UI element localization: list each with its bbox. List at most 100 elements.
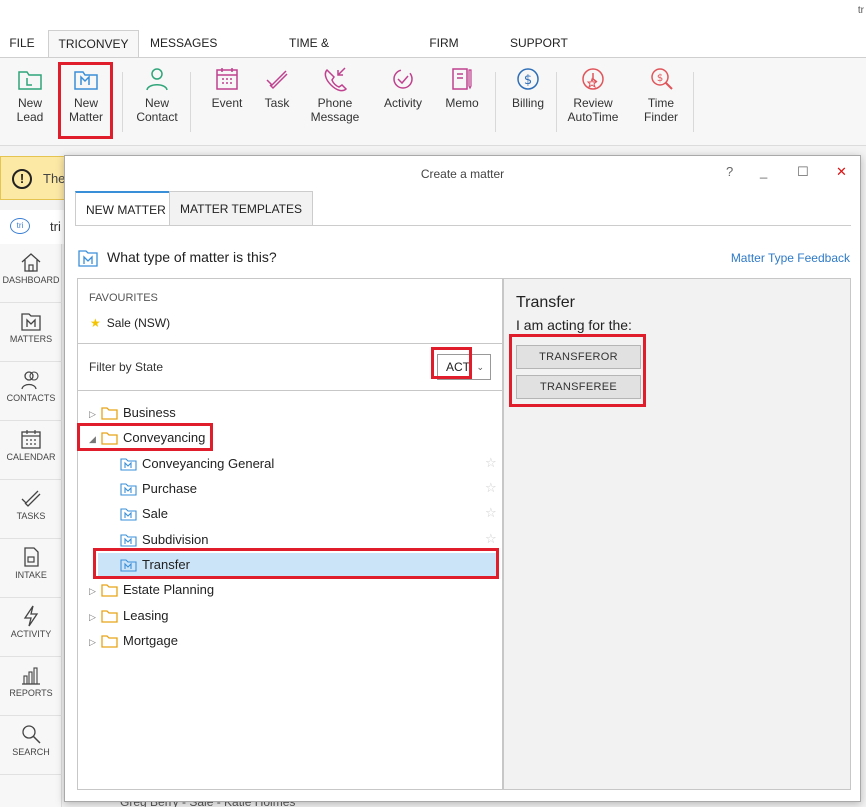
intake-icon [24,547,39,567]
menu-file[interactable]: FILE [9,30,35,57]
maximize-button[interactable]: ☐ [797,164,809,180]
star-outline-icon[interactable]: ☆ [485,455,497,471]
expand-arrow-icon: ▷ [89,637,96,647]
review-autotime-button[interactable]: Review AutoTime [566,66,620,146]
new-contact-icon [146,68,168,91]
memo-button[interactable]: Memo [437,66,487,146]
svg-text:$: $ [657,73,663,84]
contacts-icon [21,371,39,390]
billing-icon: $ [517,68,539,90]
transferor-button[interactable]: TRANSFEROR [516,345,641,369]
menu-messages[interactable]: MESSAGES [150,30,217,57]
tree-folder-estate-planning[interactable]: ▷ Estate Planning [89,578,214,602]
tri-logo-icon: tri [10,218,30,234]
tree-item-subdivision[interactable]: Subdivision [120,528,209,552]
warning-banner: ! The [0,156,66,200]
ribbon-separator [190,72,191,132]
time-finder-button[interactable]: $ Time Finder [634,66,688,146]
sidebar-item-intake[interactable]: INTAKE [0,539,62,598]
matter-details-panel: Transfer I am acting for the: TRANSFEROR… [503,278,851,790]
favourites-heading: FAVOURITES [89,292,158,304]
tree-folder-conveyancing[interactable]: ◢ Conveyancing [89,426,205,450]
new-contact-button[interactable]: New Contact [132,66,182,146]
matter-folder-icon [120,559,137,572]
star-outline-icon[interactable]: ☆ [485,531,497,547]
help-button[interactable]: ? [726,164,733,179]
star-outline-icon[interactable]: ☆ [485,505,497,521]
phone-message-button[interactable]: Phone Message [310,66,360,146]
minimize-button[interactable]: _ [760,164,767,179]
search-icon [22,725,41,744]
sidebar-item-dashboard[interactable]: DASHBOARD [0,244,62,303]
matter-folder-icon [120,458,137,471]
matter-type-panel: FAVOURITES ★ Sale (NSW) Filter by State A… [77,278,503,790]
memo-icon [452,68,472,90]
sidebar-item-tasks[interactable]: TASKS [0,480,62,539]
expand-arrow-icon: ▷ [89,409,96,419]
tab-divider [75,225,851,226]
svg-text:$: $ [524,73,532,88]
phone-message-icon [324,67,348,92]
calendar-icon [21,430,41,449]
tree-item-purchase[interactable]: Purchase [120,477,197,501]
new-lead-button[interactable]: New Lead [5,66,55,146]
tab-matter-templates[interactable]: MATTER TEMPLATES [169,191,314,225]
sidebar-item-calendar[interactable]: CALENDAR [0,421,62,480]
sidebar-item-matters[interactable]: MATTERS [0,303,62,362]
matter-folder-icon [21,313,41,331]
task-button[interactable]: Task [252,66,302,146]
sidebar-item-activity[interactable]: ACTIVITY [0,598,62,657]
activity-button[interactable]: Activity [378,66,428,146]
acting-for-label: I am acting for the: [516,317,632,333]
tree-folder-business[interactable]: ▷ Business [89,401,176,425]
transferee-button[interactable]: TRANSFEREE [516,375,641,399]
brand-row: tri tri [0,210,66,244]
new-matter-button[interactable]: New Matter [61,66,111,146]
ribbon-separator [693,72,694,132]
tasks-icon [21,490,41,507]
activity-icon [393,69,413,89]
folder-icon [101,407,118,420]
menu-bar: FILE TRICONVEY MESSAGES TIME & DISBURSEM… [0,30,866,77]
state-dropdown[interactable]: ACT ⌄ [437,354,491,380]
collapse-arrow-icon: ◢ [89,434,96,444]
create-matter-dialog: Create a matter ? _ ☐ ✕ NEW MATTER MATTE… [64,155,861,802]
matter-type-feedback-link[interactable]: Matter Type Feedback [731,251,850,265]
tree-item-transfer[interactable]: Transfer [98,553,498,577]
review-autotime-icon [582,68,604,90]
folder-icon [101,610,118,623]
filter-label: Filter by State [89,360,164,374]
brand-text: tri [50,219,61,234]
time-finder-icon: $ [651,68,673,90]
tab-new-matter[interactable]: NEW MATTER [75,191,177,226]
tree-item-conveyancing-general[interactable]: Conveyancing General [120,452,274,476]
home-icon [21,253,41,272]
selected-matter-title: Transfer [516,294,575,311]
title-bar: tr [0,0,866,30]
tree-folder-mortgage[interactable]: ▷ Mortgage [89,629,178,653]
menu-firm-insights[interactable]: FIRM INSIGHTS [401,30,487,77]
lightning-icon [23,605,39,627]
billing-button[interactable]: $ Billing [503,66,553,146]
event-button[interactable]: Event [202,66,252,146]
menu-support[interactable]: SUPPORT [510,30,568,57]
favourite-item[interactable]: ★ Sale (NSW) [90,316,170,330]
tree-item-sale[interactable]: Sale [120,502,168,526]
star-outline-icon[interactable]: ☆ [485,480,497,496]
menu-time-disbursements[interactable]: TIME & DISBURSEMENTS [240,30,378,77]
tree-folder-leasing[interactable]: ▷ Leasing [89,604,169,628]
sidebar-item-contacts[interactable]: CONTACTS [0,362,62,421]
warning-icon: ! [12,169,32,189]
matter-folder-icon [120,483,137,496]
ribbon-separator [122,72,123,132]
filter-by-state-row: Filter by State ACT ⌄ [78,343,502,391]
close-button[interactable]: ✕ [836,164,847,180]
chevron-down-icon: ⌄ [476,362,484,372]
user-hint: tr [857,5,864,16]
sidebar-item-reports[interactable]: REPORTS [0,657,62,716]
event-icon [216,68,238,90]
menu-triconvey[interactable]: TRICONVEY [48,30,139,58]
folder-icon [101,584,118,597]
folder-icon [101,635,118,648]
sidebar-item-search[interactable]: SEARCH [0,716,62,775]
